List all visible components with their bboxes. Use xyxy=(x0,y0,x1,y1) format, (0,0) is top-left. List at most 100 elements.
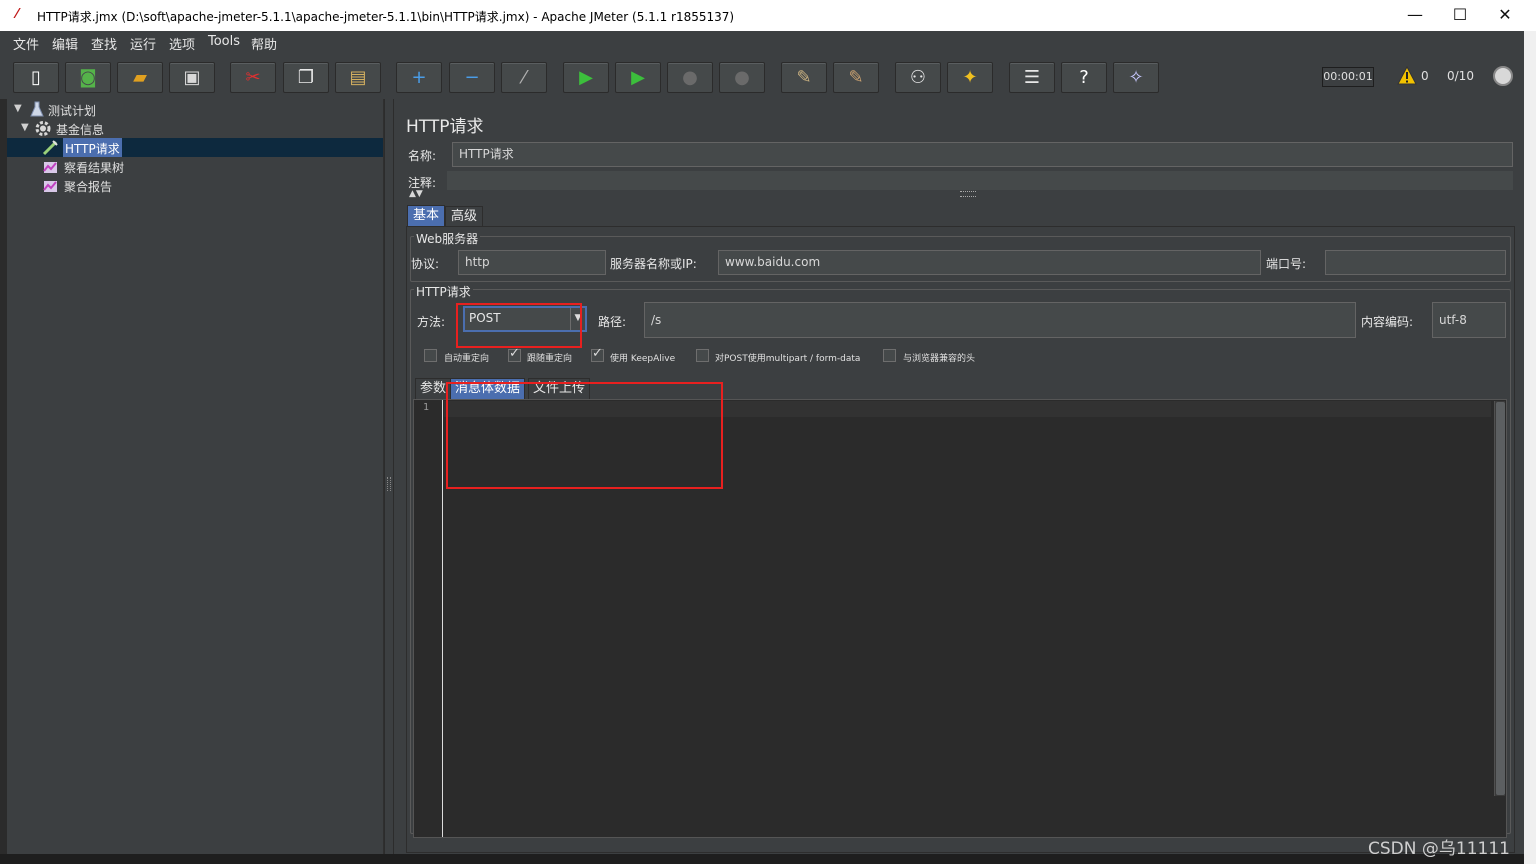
cut-icon: ✂ xyxy=(245,66,261,88)
toggle-button[interactable]: ⁄ xyxy=(501,62,547,93)
tree-item-test-plan[interactable]: ▼ 测试计划 xyxy=(14,100,374,119)
menu-bar: 文件 编辑 查找 运行 选项 Tools 帮助 xyxy=(0,31,1524,53)
clear-all-button[interactable]: ✎ xyxy=(833,62,879,93)
tree-item-http-request[interactable]: HTTP请求 xyxy=(41,138,381,157)
server-input[interactable]: www.baidu.com xyxy=(718,250,1261,275)
name-input[interactable]: HTTP请求 xyxy=(452,142,1513,167)
left-edge xyxy=(0,99,7,864)
expand-button[interactable]: + xyxy=(396,62,442,93)
shutdown-icon: ● xyxy=(734,66,750,88)
start-icon: ▶ xyxy=(579,66,593,88)
tree-item-label: 察看结果树 xyxy=(64,161,125,175)
menu-file[interactable]: 文件 xyxy=(13,34,39,53)
collapse-bar[interactable]: ▲▼ xyxy=(406,189,1514,201)
tree-expander-icon[interactable]: ▼ xyxy=(21,122,31,133)
tab-advanced[interactable]: 高级 xyxy=(445,206,484,228)
menu-run[interactable]: 运行 xyxy=(130,34,156,53)
port-label: 端口号: xyxy=(1266,257,1307,271)
protocol-input[interactable]: http xyxy=(458,250,606,275)
paste-icon: ▤ xyxy=(349,66,367,88)
start-button[interactable]: ▶ xyxy=(563,62,609,93)
web-server-group-title: Web服务器 xyxy=(414,230,481,247)
tree-expander-icon[interactable]: ▼ xyxy=(14,103,24,114)
expand-icon: + xyxy=(411,66,427,88)
maximize-button[interactable]: ☐ xyxy=(1437,0,1483,31)
warning-icon[interactable] xyxy=(1397,66,1417,86)
http-request-group-title: HTTP请求 xyxy=(414,283,473,300)
new-button[interactable]: ▯ xyxy=(13,62,59,93)
path-label: 路径: xyxy=(598,315,627,329)
save-icon: ▣ xyxy=(183,66,201,88)
reset-search-icon: ✦ xyxy=(962,66,978,88)
keepalive-checkbox[interactable] xyxy=(591,346,604,362)
pipette-icon xyxy=(42,140,58,156)
multipart-checkbox[interactable] xyxy=(696,349,709,362)
tree-item-aggregate-report[interactable]: 聚合报告 xyxy=(41,176,381,195)
menu-help[interactable]: 帮助 xyxy=(251,34,277,53)
close-button[interactable]: ✕ xyxy=(1482,0,1528,31)
auto-redirect-label: 自动重定向 xyxy=(444,354,490,364)
port-input[interactable] xyxy=(1325,250,1506,275)
stop-button[interactable]: ● xyxy=(667,62,713,93)
scrollbar-thumb[interactable] xyxy=(1496,402,1505,795)
line-number-gutter: 1 xyxy=(414,400,443,837)
menu-options[interactable]: 选项 xyxy=(169,34,195,53)
browser-headers-checkbox[interactable] xyxy=(883,349,896,362)
follow-redirects-checkbox[interactable] xyxy=(508,346,521,362)
editor-scrollbar[interactable] xyxy=(1494,401,1505,796)
menu-search[interactable]: 查找 xyxy=(91,34,117,53)
tree-item-results-tree[interactable]: 察看结果树 xyxy=(41,157,381,176)
clear-button[interactable]: ✎ xyxy=(781,62,827,93)
tree-item-label: HTTP请求 xyxy=(63,138,122,157)
menu-edit[interactable]: 编辑 xyxy=(52,34,78,53)
comment-input[interactable] xyxy=(447,171,1513,190)
page-title: HTTP请求 xyxy=(406,117,484,137)
help-button[interactable]: ? xyxy=(1061,62,1107,93)
path-input[interactable]: /s xyxy=(644,302,1356,338)
multipart-label: 对POST使用multipart / form-data xyxy=(715,354,861,364)
protocol-label: 协议: xyxy=(411,257,440,271)
graph-icon xyxy=(43,181,57,192)
collapse-button[interactable]: − xyxy=(449,62,495,93)
open-button[interactable]: ▰ xyxy=(117,62,163,93)
graph-icon xyxy=(43,162,57,173)
reset-search-button[interactable]: ✦ xyxy=(947,62,993,93)
start-no-pauses-icon: ▶ xyxy=(631,66,645,88)
cut-button[interactable]: ✂ xyxy=(230,62,276,93)
tree-item-thread-group[interactable]: ▼ 基金信息 xyxy=(21,119,381,138)
menu-tools[interactable]: Tools xyxy=(208,34,240,49)
keepalive-label: 使用 KeepAlive xyxy=(610,354,676,364)
start-no-pauses-button[interactable]: ▶ xyxy=(615,62,661,93)
encoding-input[interactable]: utf-8 xyxy=(1432,302,1506,338)
annotation-box-body xyxy=(446,382,723,489)
splitter-grip[interactable] xyxy=(387,477,391,491)
tree-item-label: 测试计划 xyxy=(48,104,97,118)
flask-icon xyxy=(30,101,44,117)
remote-button[interactable]: ✧ xyxy=(1113,62,1159,93)
copy-button[interactable]: ❐ xyxy=(283,62,329,93)
minimize-button[interactable]: — xyxy=(1392,0,1438,31)
toggle-icon: ⁄ xyxy=(522,66,526,88)
pane-splitter[interactable] xyxy=(384,99,394,854)
active-threads: 0/10 xyxy=(1447,69,1474,83)
save-button[interactable]: ▣ xyxy=(169,62,215,93)
right-edge xyxy=(1524,31,1536,864)
remote-status-icon xyxy=(1493,66,1513,86)
auto-redirect-checkbox[interactable] xyxy=(424,349,437,362)
bottom-edge xyxy=(0,854,1524,864)
warning-count: 0 xyxy=(1421,69,1429,83)
method-label: 方法: xyxy=(417,315,446,329)
paste-button[interactable]: ▤ xyxy=(335,62,381,93)
search-button[interactable]: ⚇ xyxy=(895,62,941,93)
stop-icon: ● xyxy=(682,66,698,88)
tab-basic[interactable]: 基本 xyxy=(407,205,446,227)
shutdown-button[interactable]: ● xyxy=(719,62,765,93)
copy-icon: ❐ xyxy=(297,66,315,88)
function-helper-button[interactable]: ☰ xyxy=(1009,62,1055,93)
encoding-label: 内容编码: xyxy=(1361,315,1414,329)
follow-redirects-label: 跟随重定向 xyxy=(527,354,573,364)
search-icon: ⚇ xyxy=(909,66,927,88)
collapse-arrows-icon[interactable]: ▲▼ xyxy=(409,189,423,199)
drag-handle-icon[interactable] xyxy=(960,191,976,197)
templates-button[interactable]: ◙ xyxy=(65,62,111,93)
